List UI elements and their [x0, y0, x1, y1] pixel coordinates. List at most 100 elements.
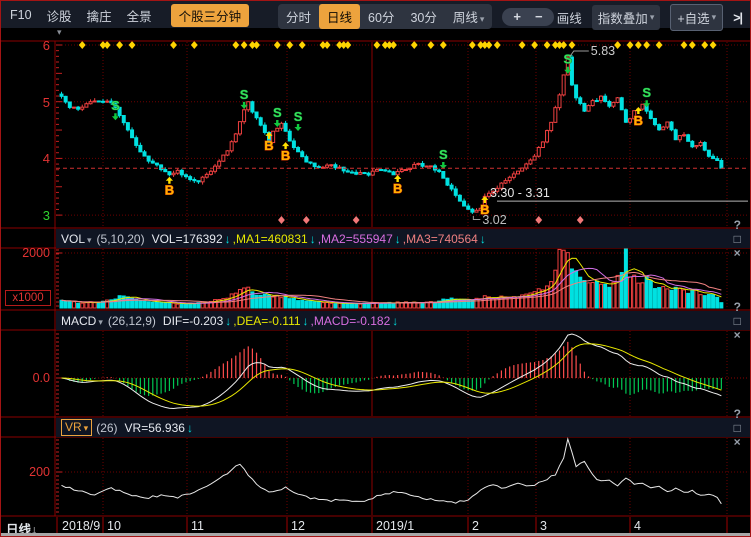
collapse-panel-icon[interactable]: >|: [733, 11, 742, 25]
toolbar-right-group: 画线 指数叠加▾ +自选▾ >|: [557, 4, 742, 31]
down-arrow-icon: ↓: [187, 421, 193, 435]
down-arrow-icon: ↓: [395, 232, 401, 246]
index-overlay-button[interactable]: 指数叠加▾: [592, 5, 661, 30]
vol-ma1: ,MA1=460831: [233, 232, 308, 246]
close-icon[interactable]: ×: [734, 435, 741, 449]
f10-button[interactable]: F10: [10, 8, 32, 22]
maximize-icon[interactable]: □: [734, 232, 741, 246]
price-label-3: 3: [28, 208, 50, 223]
macd-dif: DIF=-0.203: [163, 314, 223, 328]
add-watchlist-button[interactable]: +自选▾: [670, 4, 723, 31]
tab-daily[interactable]: 日线: [319, 4, 360, 29]
window-resize-bar[interactable]: [1, 533, 750, 536]
svg-text:B: B: [634, 113, 643, 128]
toolbar: F10 诊股 擒庄 全景 个股三分钟 分时 日线 60分 30分 周线▾ + −…: [1, 1, 750, 28]
vr-scale-label: 200: [20, 465, 50, 479]
svg-text:B: B: [393, 181, 402, 196]
date-label: 2018/9: [62, 519, 100, 533]
down-arrow-icon: ↓: [310, 232, 316, 246]
volume-unit-label: x1000: [5, 290, 51, 306]
macd-lines: [62, 334, 722, 409]
help-icon[interactable]: ?: [734, 300, 741, 314]
macd-dea: ,DEA=-0.111: [233, 314, 300, 328]
date-label: 11: [191, 519, 204, 533]
svg-text:S: S: [273, 105, 282, 120]
tab-weekly[interactable]: 周线▾: [445, 4, 493, 29]
vol-params: (5,10,20): [97, 232, 145, 246]
volume-scale-label: 2000: [14, 246, 50, 260]
vr-line: [62, 439, 722, 504]
date-label: 2: [472, 519, 479, 533]
vol-ma2: ,MA2=555947: [318, 232, 393, 246]
date-label: 12: [291, 519, 305, 533]
panorama-button[interactable]: 全景: [127, 6, 152, 25]
down-arrow-icon: ↓: [225, 314, 231, 328]
svg-text:B: B: [165, 183, 174, 198]
svg-text:3.30 - 3.31: 3.30 - 3.31: [490, 186, 550, 200]
vr-params: (26): [96, 421, 117, 435]
macd-value: ,MACD=-0.182: [311, 314, 391, 328]
chevron-down-icon: ▾: [87, 235, 92, 246]
svg-text:B: B: [264, 138, 273, 153]
chevron-down-icon: ▾: [98, 317, 103, 328]
svg-text:S: S: [240, 87, 249, 102]
period-tab-group: 分时 日线 60分 30分 周线▾ + −: [278, 4, 554, 29]
zoom-in-button[interactable]: +: [513, 10, 521, 24]
vr-panel-header: VR▾ (26) VR=56.936 ↓ ? □ ×: [56, 418, 750, 437]
date-label: 2019/1: [376, 519, 414, 533]
chevron-down-icon: ▾: [84, 421, 89, 435]
close-icon[interactable]: ×: [734, 246, 741, 260]
chart-canvas[interactable]: SSSSSSSBBBBBB3.30 - 3.315.833.02: [0, 0, 751, 537]
down-arrow-icon: ↓: [480, 232, 486, 246]
help-icon[interactable]: ?: [734, 407, 741, 421]
svg-text:S: S: [111, 98, 120, 113]
chart-dropdown-caret[interactable]: ▾: [57, 27, 62, 38]
axis-ticks: [56, 45, 62, 512]
tab-30min[interactable]: 30分: [402, 4, 444, 29]
svg-text:B: B: [281, 148, 290, 163]
panel-icons: ? □ ×: [714, 393, 750, 463]
panel-icons: ? □ ×: [714, 204, 750, 274]
price-label-6: 6: [28, 38, 50, 53]
tab-60min[interactable]: 60分: [360, 4, 402, 29]
frame-lines: [1, 1, 751, 537]
down-arrow-icon: ↓: [392, 314, 398, 328]
close-icon[interactable]: ×: [734, 328, 741, 342]
signal-diamonds: [79, 41, 717, 224]
svg-text:S: S: [642, 85, 651, 100]
macd-indicator-selector[interactable]: MACD▾: [61, 314, 103, 328]
macd-zero-label: 0.0: [22, 371, 50, 385]
draw-line-button[interactable]: 画线: [557, 8, 582, 27]
annotations: 3.30 - 3.31 5.83 3.02: [56, 44, 749, 227]
toolbar-left-group: F10 诊股 擒庄 全景 个股三分钟: [10, 6, 249, 24]
vol-ma3: ,MA3=740564: [403, 232, 478, 246]
svg-text:S: S: [294, 109, 303, 124]
maximize-icon[interactable]: □: [734, 314, 741, 328]
macd-panel-header: MACD▾ (26,12,9) DIF=-0.203 ↓ ,DEA=-0.111…: [56, 311, 750, 330]
date-label: 3: [540, 519, 547, 533]
help-icon[interactable]: ?: [734, 218, 741, 232]
svg-text:S: S: [439, 147, 448, 162]
vr-indicator-selector[interactable]: VR▾: [61, 419, 92, 436]
tab-intraday[interactable]: 分时: [278, 4, 319, 29]
macd-params: (26,12,9): [108, 314, 156, 328]
zoom-pill: + −: [502, 8, 553, 26]
volume-panel-header: VOL▾ (5,10,20) VOL=176392 ↓ ,MA1=460831 …: [56, 229, 750, 248]
vol-indicator-selector[interactable]: VOL▾: [61, 232, 92, 246]
volume-bars: [60, 249, 723, 308]
down-arrow-icon: ↓: [303, 314, 309, 328]
svg-text:5.83: 5.83: [591, 44, 615, 58]
app-window: SSSSSSSBBBBBB3.30 - 3.315.833.02 F10 诊股 …: [0, 0, 751, 537]
period-tabs: 分时 日线 60分 30分 周线▾: [278, 4, 492, 29]
vol-value: VOL=176392: [152, 232, 223, 246]
stock-3min-button[interactable]: 个股三分钟: [171, 4, 250, 27]
svg-text:3.02: 3.02: [482, 213, 506, 227]
chevron-down-icon: ▾: [480, 14, 485, 24]
date-label: 10: [107, 519, 121, 533]
zoom-out-button[interactable]: −: [535, 10, 543, 24]
maximize-icon[interactable]: □: [734, 421, 741, 435]
catch-banker-button[interactable]: 擒庄: [87, 6, 112, 25]
diagnose-stock-button[interactable]: 诊股: [47, 6, 72, 25]
chevron-down-icon: ▾: [650, 12, 655, 23]
price-label-5: 5: [28, 95, 50, 110]
